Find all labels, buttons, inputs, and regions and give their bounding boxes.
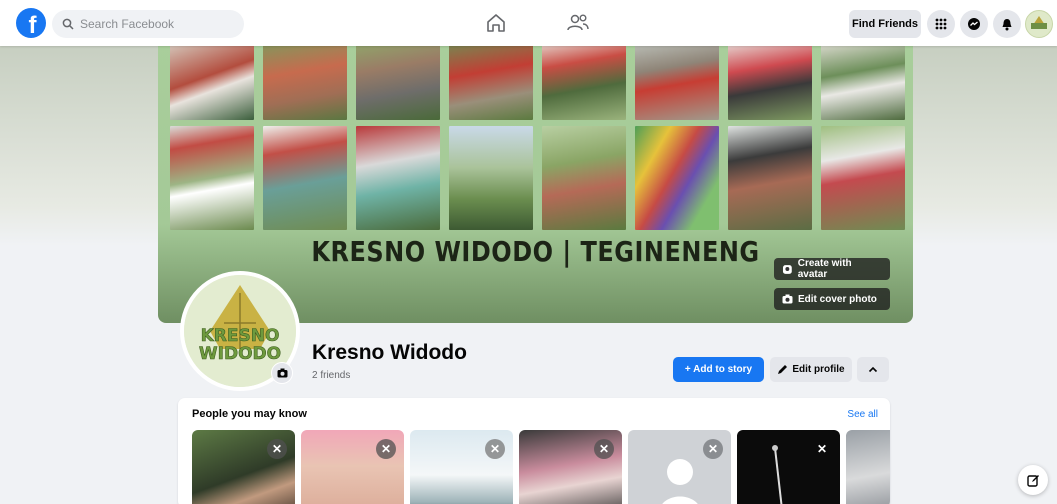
add-to-story-label: + Add to story [684, 364, 753, 375]
update-profile-picture-button[interactable] [271, 362, 293, 384]
search-input[interactable] [80, 17, 230, 31]
edit-profile-label: Edit profile [792, 364, 845, 375]
find-friends-button[interactable]: Find Friends [849, 10, 921, 38]
profile-logo-line2: WIDODO [199, 344, 281, 364]
camera-icon [277, 368, 287, 378]
suggestion-card[interactable]: ✕ [628, 430, 731, 504]
create-with-avatar-button[interactable]: Create with avatar [774, 258, 890, 280]
compose-icon[interactable] [1018, 465, 1048, 495]
people-you-may-know-title: People you may know [192, 408, 307, 420]
suggestion-card[interactable]: ✕ [192, 430, 295, 504]
friends-count[interactable]: 2 friends [312, 370, 350, 381]
edit-cover-photo-button[interactable]: Edit cover photo [774, 288, 890, 310]
cover-collage-photo [821, 126, 905, 230]
cover-collage-photo [542, 40, 626, 120]
close-icon[interactable]: ✕ [376, 439, 396, 459]
menu-grid-icon[interactable] [927, 10, 955, 38]
cover-collage-photo [728, 126, 812, 230]
edit-cover-photo-label: Edit cover photo [798, 293, 877, 305]
cover-collage-photo [356, 126, 440, 230]
cover-collage-photo [170, 40, 254, 120]
search-icon [62, 18, 74, 30]
stick-graphic [772, 445, 783, 504]
add-to-story-button[interactable]: + Add to story [673, 357, 764, 382]
cover-collage-photo [635, 126, 719, 230]
people-you-may-know-panel: People you may know See all ✕ ✕ ✕ ✕ ✕ ✕ [178, 398, 890, 504]
profile-logo-line1: KRESNO [201, 326, 280, 346]
friends-icon[interactable] [565, 11, 591, 35]
suggestion-card[interactable]: ✕ [301, 430, 404, 504]
cover-collage-photo [170, 126, 254, 230]
cover-collage-photo [821, 40, 905, 120]
cover-collage-photo [728, 40, 812, 120]
create-with-avatar-label: Create with avatar [797, 258, 852, 280]
bell-icon[interactable] [993, 10, 1021, 38]
profile-name: Kresno Widodo [312, 341, 467, 364]
close-icon[interactable]: ✕ [812, 439, 832, 459]
suggestion-card[interactable] [846, 430, 890, 504]
suggestion-card[interactable]: ✕ [519, 430, 622, 504]
chevron-up-icon [868, 366, 878, 373]
close-icon[interactable]: ✕ [703, 439, 723, 459]
suggestion-card[interactable]: ✕ [737, 430, 840, 504]
search-box[interactable] [52, 10, 244, 38]
camera-icon [782, 294, 793, 304]
pencil-icon [778, 365, 788, 374]
see-all-link[interactable]: See all [847, 409, 878, 420]
suggestion-card[interactable]: ✕ [410, 430, 513, 504]
cover-collage-photo [263, 126, 347, 230]
collapse-button[interactable] [857, 357, 889, 382]
close-icon[interactable]: ✕ [267, 439, 287, 459]
default-avatar-icon [662, 459, 698, 504]
cover-collage-photo [542, 126, 626, 230]
cover-collage-photo [449, 40, 533, 120]
close-icon[interactable]: ✕ [594, 439, 614, 459]
account-avatar[interactable] [1025, 10, 1053, 38]
messenger-icon[interactable] [960, 10, 988, 38]
facebook-logo-icon[interactable]: f [16, 8, 46, 39]
cover-collage-photo [356, 40, 440, 120]
edit-profile-button[interactable]: Edit profile [770, 357, 852, 382]
home-icon[interactable] [483, 11, 509, 35]
avatar-icon [782, 264, 792, 274]
close-icon[interactable]: ✕ [485, 439, 505, 459]
cover-collage-photo [635, 40, 719, 120]
cover-collage-photo [449, 126, 533, 230]
top-navigation-bar: f Find Friends [0, 0, 1057, 46]
cover-collage-photo [263, 40, 347, 120]
